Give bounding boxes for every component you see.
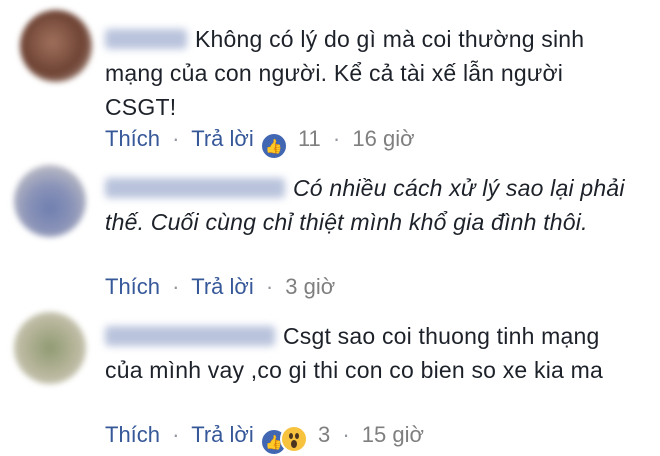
comment-actions: Thích · Trả lời 👍 11 · 16 giờ — [105, 124, 415, 160]
reply-link[interactable]: Trả lời — [191, 422, 254, 447]
reactions[interactable]: 👍 — [259, 425, 308, 456]
separator: · — [265, 274, 274, 299]
avatar[interactable] — [14, 165, 86, 237]
reply-link[interactable]: Trả lời — [191, 126, 254, 151]
separator: · — [172, 274, 180, 299]
timestamp[interactable]: 16 giờ — [352, 126, 414, 151]
reaction-count[interactable]: 3 — [318, 422, 330, 447]
comment-actions: Thích · Trả lời 👍 3 · 15 giờ — [105, 420, 424, 456]
avatar[interactable] — [14, 312, 86, 384]
reactions[interactable]: 👍 — [259, 129, 288, 160]
commenter-name[interactable] — [105, 326, 275, 346]
timestamp[interactable]: 15 giờ — [362, 422, 424, 447]
avatar[interactable] — [20, 10, 92, 82]
separator: · — [172, 422, 180, 447]
separator: · — [332, 126, 341, 151]
timestamp[interactable]: 3 giờ — [285, 274, 335, 299]
separator: · — [342, 422, 350, 447]
reply-link[interactable]: Trả lời — [191, 274, 254, 299]
like-link[interactable]: Thích — [105, 274, 160, 299]
comment-body: Không có lý do gì mà coi thường sinh mạn… — [105, 22, 625, 124]
like-icon: 👍 — [259, 132, 288, 160]
like-link[interactable]: Thích — [105, 126, 160, 151]
comment-body: Csgt sao coi thuong tinh mạng của mình v… — [105, 319, 625, 387]
comment-body: Có nhiều cách xử lý sao lại phải thế. Cu… — [105, 171, 625, 239]
commenter-name[interactable] — [105, 29, 187, 49]
like-link[interactable]: Thích — [105, 422, 160, 447]
separator: · — [172, 126, 180, 151]
reaction-count[interactable]: 11 — [298, 126, 321, 151]
commenter-name[interactable] — [105, 178, 285, 198]
comment-actions: Thích · Trả lời · 3 giờ — [105, 272, 335, 302]
